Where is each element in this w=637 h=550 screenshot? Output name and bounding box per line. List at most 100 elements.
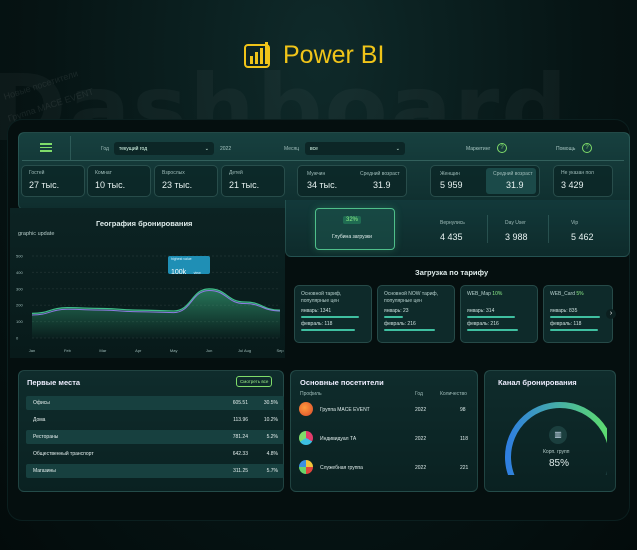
y-tick-label: 300 [16,286,23,291]
kpi-value: 21 тыс. [229,180,260,190]
help-circle-icon[interactable]: ? [497,143,507,153]
kpi-women: Женщин 5 959 Средний возраст 31.9 [430,165,540,197]
places-title: Первые места [27,378,81,387]
kpi-value: 23 тыс. [162,180,193,190]
place-percent: 10.2% [263,417,278,423]
place-name: Дома [33,417,46,423]
tariff-card[interactable]: Основной NOW тариф, популярные цен январ… [377,285,455,343]
tariff-name: Основной NOW тариф, популярные цен [384,291,439,304]
x-tick-label: Jul Aug [238,348,251,353]
channel-label: Корп. групп [543,449,570,455]
y-tick-label: 200 [16,303,23,308]
marketing-link[interactable]: Маркетинг [466,146,490,152]
x-tick-label: Apr [135,348,142,353]
kpi-label: Женщин [440,171,460,177]
place-value: 605.51 [232,400,248,406]
visitor-count: 221 [460,465,469,471]
month-select[interactable]: все ⌄ [305,142,405,155]
visitors-title: Основные посетители [300,378,384,387]
table-row[interactable]: Магазины 311.25 5.7% [26,464,284,478]
table-row[interactable]: Офисы 605.51 30.5% [26,396,284,410]
depth-card: 32% Глубина загрузки [315,208,395,250]
place-name: Офисы [33,400,50,406]
kpi-label: Средний возраст [360,171,400,177]
place-name: Рестораны [33,434,59,440]
visitor-name: Группа MACE EVENT [320,407,370,413]
tariff-jan: январь: 1341 [301,308,332,314]
tariff-jan-bar [467,316,515,318]
tariff-jan: январь: 314 [467,308,495,314]
place-value: 781.24 [232,434,248,440]
visitor-count: 118 [460,436,468,442]
table-row[interactable]: Дома 113.96 10.2% [26,413,284,427]
kpi-label: Детей [229,170,243,176]
building-icon: ▥ [549,426,567,444]
x-tick-label: Mar [99,348,107,353]
kpi-value: 27 тыс. [29,180,60,190]
place-value: 642.33 [232,451,248,457]
x-tick-label: Sep [276,348,284,353]
channel-title: Канал бронирования [498,378,577,387]
kpi-value: 3 429 [561,180,584,190]
tariff-feb: февраль: 118 [550,321,582,327]
kpi-label: Мужчин [307,171,326,177]
year-value: 2022 [220,146,232,152]
place-name: Общественный транспорт [33,451,94,457]
channel-value: 85% [549,458,570,469]
place-percent: 5.7% [266,468,278,474]
kpi-label: Взрослых [162,170,185,176]
col-profile: Профиль [300,391,322,397]
table-row[interactable]: Рестораны 781.24 5.2% [26,430,284,444]
y-tick-label: 500 [16,254,23,259]
y-tick-label: 400 [16,270,23,275]
kpi-label: Не указан пол [561,170,594,176]
kpi-value: 5 959 [440,180,463,190]
avatar [299,460,313,474]
year-select[interactable]: текущий год ⌄ [114,142,214,155]
menu-icon[interactable] [40,143,52,152]
stat-label: Вернулись [440,220,465,226]
y-tick-label: 0 [16,336,19,341]
col-year: Год [415,391,423,397]
month-label: Месяц [284,146,300,152]
place-percent: 30.5% [263,400,278,406]
avatar [299,402,313,416]
tariff-jan-bar [384,316,404,318]
month-select-value: все [310,145,318,152]
tariff-jan-bar [301,316,359,318]
kpi-guests: Гостей 27 тыс. [21,165,85,197]
view-all-button[interactable]: Смотреть все [236,376,273,387]
tariffs-title: Загрузка по тарифу [415,268,489,277]
tariff-feb-bar [384,329,436,331]
tariff-jan: январь: 835 [550,308,578,314]
stat-value: 4 435 [440,232,463,242]
chart-tooltip: highest value 100k view [168,256,210,276]
tariff-card[interactable]: WEB_Card 5% январь: 835 февраль: 118 [543,285,613,343]
tariff-feb-bar [301,329,356,331]
col-count: Количество [440,391,467,397]
tooltip-suffix: view [193,271,201,275]
tariff-feb: февраль: 216 [467,321,499,327]
depth-value: 32% [343,216,362,224]
tariff-jan: январь: 23 [384,308,409,314]
next-arrow-icon[interactable]: › [606,309,616,319]
visitor-name: Служебная группа [320,465,363,471]
tariff-feb: февраль: 216 [384,321,416,327]
kpi-label: Гостей [29,170,45,176]
area-fill [32,288,280,338]
tariff-card[interactable]: Основной тариф, популярные цен январь: 1… [294,285,372,343]
table-row[interactable]: Общественный транспорт 642.33 4.8% [26,447,284,461]
tooltip-label: highest value [171,257,192,261]
power-bi-icon [244,42,270,68]
visitors-card [290,370,478,492]
y-tick-label: 100 [16,319,23,324]
help-link[interactable]: Помощь [556,146,575,152]
help-circle-icon[interactable]: ? [582,143,592,153]
x-tick-label: Feb [64,348,72,353]
year-select-value: текущий год [119,145,148,152]
tariff-feb-bar [467,329,519,331]
kpi-children: Детей 21 тыс. [221,165,285,197]
tariff-jan-bar [550,316,601,318]
visitor-year: 2022 [415,407,427,413]
tariff-card[interactable]: WEB_Map 10% январь: 314 февраль: 216 [460,285,538,343]
